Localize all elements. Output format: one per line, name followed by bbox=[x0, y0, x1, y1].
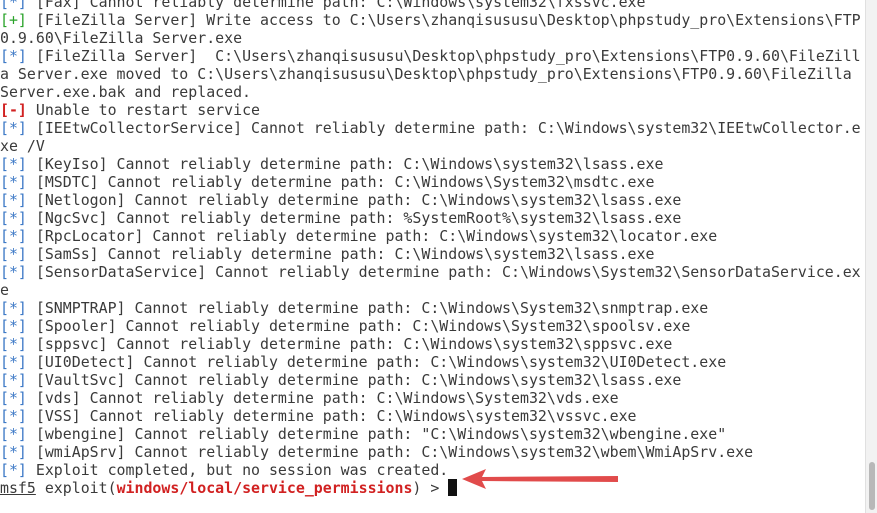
line-text: [FileZilla Server] C:\Users\zhanqisususu… bbox=[26, 47, 861, 65]
line-text: [SensorDataService] Cannot reliably dete… bbox=[26, 263, 861, 281]
status-tag: [*] bbox=[0, 389, 27, 407]
status-tag: [*] bbox=[0, 317, 27, 335]
line-text: [VaultSvc] Cannot reliably determine pat… bbox=[26, 371, 682, 389]
status-tag: [+] bbox=[0, 11, 27, 29]
line-text: [SamSs] Cannot reliably determine path: … bbox=[26, 245, 655, 263]
status-tag: [*] bbox=[0, 263, 27, 281]
terminal-line: [*] [SNMPTRAP] Cannot reliably determine… bbox=[0, 299, 866, 317]
text-cursor[interactable] bbox=[448, 479, 458, 496]
terminal-line: Server.exe.bak and replaced. bbox=[0, 83, 866, 101]
status-tag: [*] bbox=[0, 245, 27, 263]
line-text: Unable to restart service bbox=[26, 101, 260, 119]
status-tag: [*] bbox=[0, 191, 27, 209]
terminal-line: [*] [FileZilla Server] C:\Users\zhanqisu… bbox=[0, 47, 866, 65]
line-text: [RpcLocator] Cannot reliably determine p… bbox=[26, 227, 718, 245]
line-text: [vds] Cannot reliably determine path: C:… bbox=[26, 389, 619, 407]
status-tag: [*] bbox=[0, 155, 27, 173]
terminal-line: [*] [VaultSvc] Cannot reliably determine… bbox=[0, 371, 866, 389]
terminal-line: [*] [Spooler] Cannot reliably determine … bbox=[0, 317, 866, 335]
line-text: [Spooler] Cannot reliably determine path… bbox=[26, 317, 691, 335]
status-tag: [*] bbox=[0, 371, 27, 389]
line-text: 0.9.60\FileZilla Server.exe bbox=[0, 29, 243, 47]
line-text: [IEEtwCollectorService] Cannot reliably … bbox=[26, 119, 861, 137]
line-text: [Fax] Cannot reliably determine path: C:… bbox=[26, 0, 646, 11]
terminal-line: [*] [VSS] Cannot reliably determine path… bbox=[0, 407, 866, 425]
terminal-line: [*] [NgcSvc] Cannot reliably determine p… bbox=[0, 209, 866, 227]
line-text: [FileZilla Server] Write access to C:\Us… bbox=[26, 11, 861, 29]
line-text: a Server.exe moved to C:\Users\zhanqisus… bbox=[0, 65, 861, 83]
terminal-line: [*] [SensorDataService] Cannot reliably … bbox=[0, 263, 866, 281]
annotation-arrow-icon bbox=[462, 469, 618, 489]
terminal-line: [-] Unable to restart service bbox=[0, 101, 866, 119]
line-text: e bbox=[0, 281, 9, 299]
line-text: [UI0Detect] Cannot reliably determine pa… bbox=[26, 353, 727, 371]
terminal-output[interactable]: [*] [Fax] Cannot reliably determine path… bbox=[0, 0, 866, 513]
terminal-line: a Server.exe moved to C:\Users\zhanqisus… bbox=[0, 65, 866, 83]
terminal-line: [*] [Fax] Cannot reliably determine path… bbox=[0, 0, 866, 11]
terminal-line: [*] [KeyIso] Cannot reliably determine p… bbox=[0, 155, 866, 173]
line-text: xe /V bbox=[0, 137, 45, 155]
terminal-line: 0.9.60\FileZilla Server.exe bbox=[0, 29, 866, 47]
status-tag: [*] bbox=[0, 299, 27, 317]
command-prompt[interactable]: msf5 exploit(windows/local/service_permi… bbox=[0, 479, 866, 497]
status-tag: [*] bbox=[0, 425, 27, 443]
line-text: [wmiApSrv] Cannot reliably determine pat… bbox=[26, 443, 754, 461]
terminal-line: [*] [Netlogon] Cannot reliably determine… bbox=[0, 191, 866, 209]
status-tag: [*] bbox=[0, 47, 27, 65]
terminal-line: [*] [MSDTC] Cannot reliably determine pa… bbox=[0, 173, 866, 191]
status-tag: [*] bbox=[0, 227, 27, 245]
terminal-line: [*] [UI0Detect] Cannot reliably determin… bbox=[0, 353, 866, 371]
terminal-line: [+] [FileZilla Server] Write access to C… bbox=[0, 11, 866, 29]
prompt-msf-label: msf5 bbox=[0, 479, 36, 497]
line-text: Exploit completed, but no session was cr… bbox=[26, 461, 449, 479]
terminal-line: [*] [wmiApSrv] Cannot reliably determine… bbox=[0, 443, 866, 461]
status-tag: [-] bbox=[0, 101, 27, 119]
status-tag: [*] bbox=[0, 335, 27, 353]
terminal-line: [*] [wbengine] Cannot reliably determine… bbox=[0, 425, 866, 443]
status-tag: [*] bbox=[0, 209, 27, 227]
line-text: [Netlogon] Cannot reliably determine pat… bbox=[26, 191, 682, 209]
status-tag: [*] bbox=[0, 461, 27, 479]
terminal-line: xe /V bbox=[0, 137, 866, 155]
terminal-scrollbar[interactable] bbox=[865, 0, 877, 513]
terminal-line: [*] [sppsvc] Cannot reliably determine p… bbox=[0, 335, 866, 353]
line-text: [wbengine] Cannot reliably determine pat… bbox=[26, 425, 727, 443]
scrollbar-thumb[interactable] bbox=[869, 462, 875, 510]
line-text: [KeyIso] Cannot reliably determine path:… bbox=[26, 155, 664, 173]
status-tag: [*] bbox=[0, 353, 27, 371]
line-text: [NgcSvc] Cannot reliably determine path:… bbox=[26, 209, 682, 227]
prompt-exploit-label: exploit( bbox=[35, 479, 117, 497]
terminal-line: [*] [SamSs] Cannot reliably determine pa… bbox=[0, 245, 866, 263]
terminal-line: [*] [IEEtwCollectorService] Cannot relia… bbox=[0, 119, 866, 137]
status-tag: [*] bbox=[0, 443, 27, 461]
line-text: [MSDTC] Cannot reliably determine path: … bbox=[26, 173, 655, 191]
line-text: Server.exe.bak and replaced. bbox=[0, 83, 252, 101]
status-tag: [*] bbox=[0, 119, 27, 137]
prompt-module-name: windows/local/service_permissions bbox=[116, 479, 413, 497]
line-text: [SNMPTRAP] Cannot reliably determine pat… bbox=[26, 299, 709, 317]
terminal-line: e bbox=[0, 281, 866, 299]
line-text: [VSS] Cannot reliably determine path: C:… bbox=[26, 407, 637, 425]
terminal-line: [*] [RpcLocator] Cannot reliably determi… bbox=[0, 227, 866, 245]
status-tag: [*] bbox=[0, 173, 27, 191]
status-tag: [*] bbox=[0, 0, 27, 11]
terminal-line: [*] [vds] Cannot reliably determine path… bbox=[0, 389, 866, 407]
status-tag: [*] bbox=[0, 407, 27, 425]
line-text: [sppsvc] Cannot reliably determine path:… bbox=[26, 335, 673, 353]
terminal-line: [*] Exploit completed, but no session wa… bbox=[0, 461, 866, 479]
prompt-suffix: ) > bbox=[412, 479, 449, 497]
